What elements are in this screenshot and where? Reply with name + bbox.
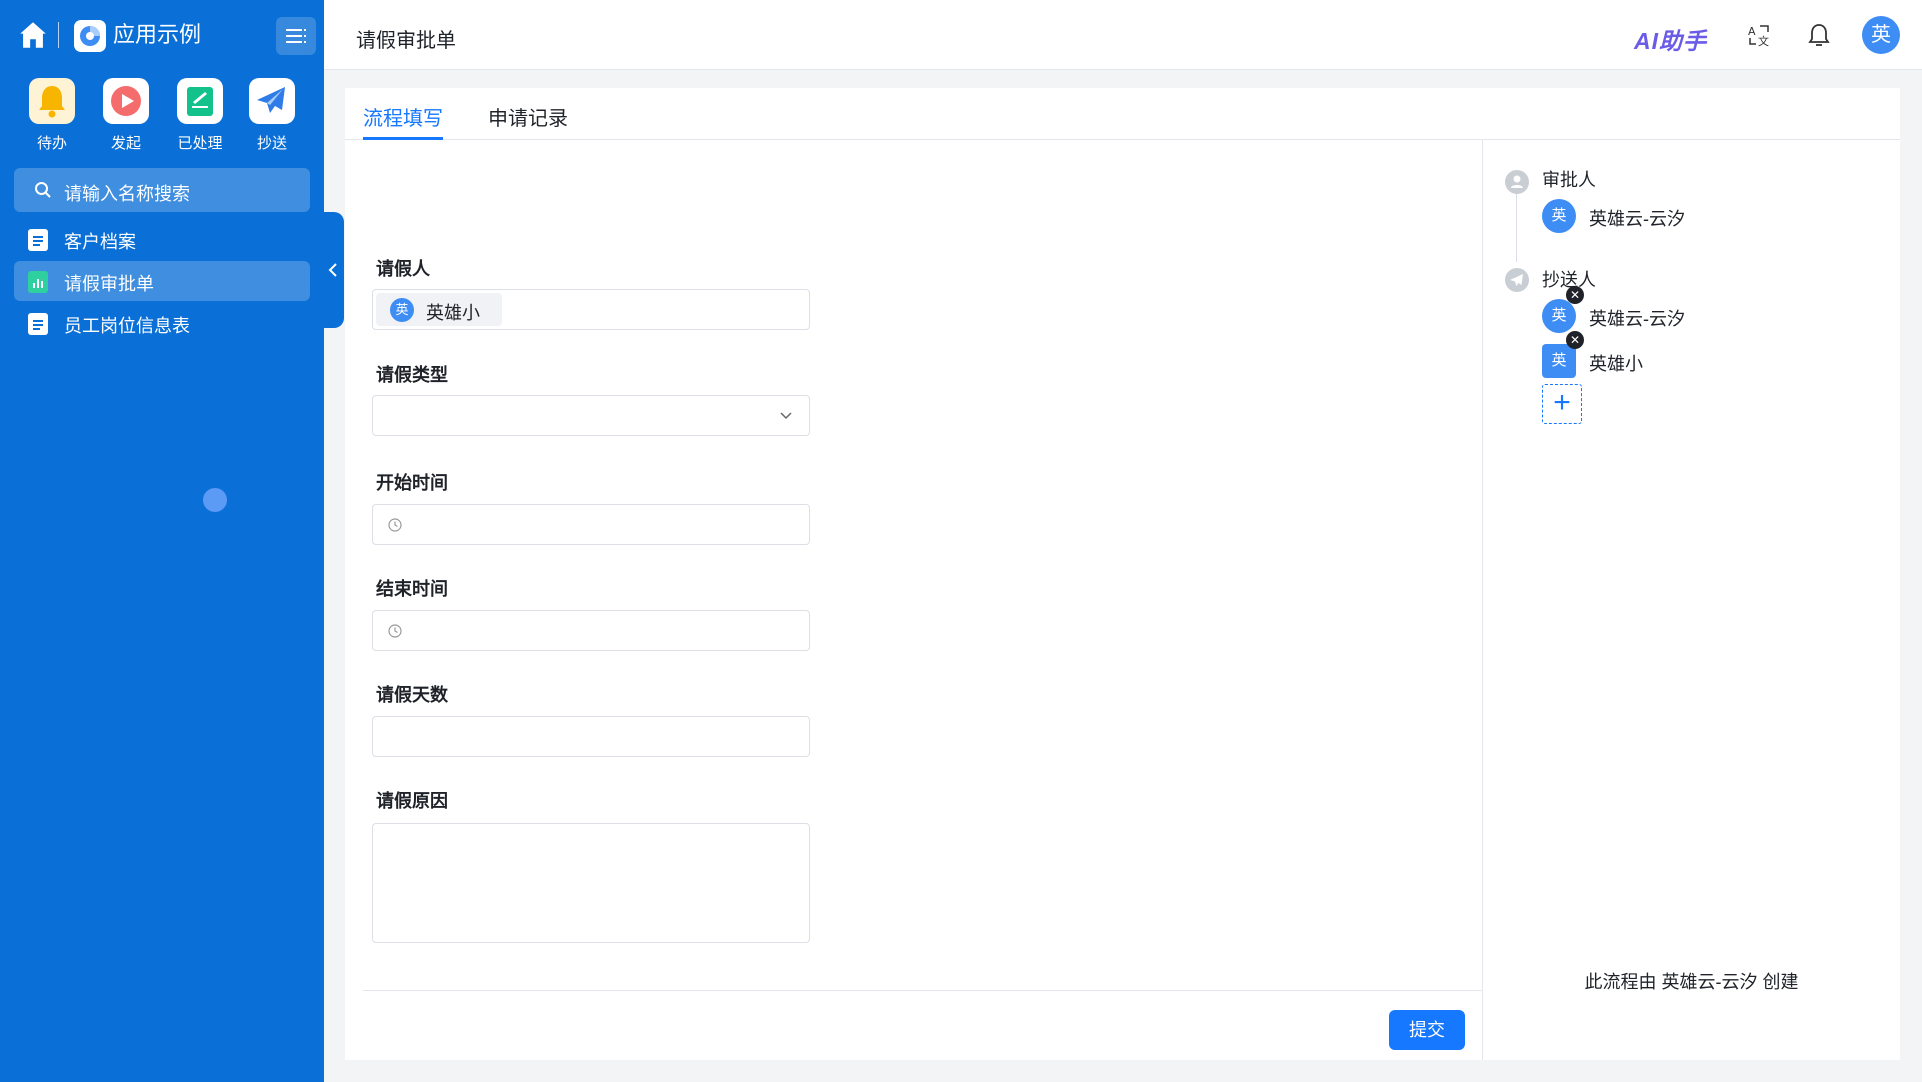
chevron-down-icon: [780, 412, 792, 420]
sidebar-item-label: 请假审批单: [64, 274, 154, 294]
start-time-input[interactable]: [372, 504, 810, 545]
leave-days-label: 请假天数: [376, 685, 448, 705]
applicant-name: 英雄小: [426, 303, 480, 323]
clock-icon: [388, 518, 402, 532]
svg-text:A: A: [1748, 25, 1756, 38]
applicant-field[interactable]: 英 英雄小: [372, 289, 810, 330]
top-header: 请假审批单 AI助手 A文 英: [324, 0, 1922, 70]
quick-action-todo[interactable]: 待办: [16, 78, 88, 153]
header-divider: [58, 22, 59, 48]
leave-reason-textarea[interactable]: [372, 823, 810, 943]
leave-form: 请假人 英 英雄小 请假类型 开始时间 结束时间 请假天数 请假原因 提交: [345, 140, 1483, 1060]
applicant-label: 请假人: [376, 259, 430, 279]
cursor-indicator: [203, 488, 227, 512]
search-icon: [35, 182, 51, 198]
send-node-icon: [1505, 268, 1529, 292]
quick-action-label: 发起: [110, 135, 141, 152]
sidebar-item-employee-position[interactable]: 员工岗位信息表: [14, 303, 310, 343]
process-panel: 审批人 英 英雄云-云汐 抄送人 英 英雄云-云汐 ✕ 英 英雄小 ✕ + 此流…: [1483, 140, 1900, 1060]
form-icon: [28, 271, 48, 293]
notification-bell-icon[interactable]: [1804, 20, 1834, 50]
sidebar-item-label: 客户档案: [64, 232, 136, 252]
document-icon: [28, 229, 48, 251]
submit-button[interactable]: 提交: [1389, 1010, 1465, 1050]
add-cc-button[interactable]: +: [1542, 384, 1582, 424]
quick-action-label: 已处理: [177, 135, 223, 152]
clock-icon: [388, 624, 402, 638]
leave-type-label: 请假类型: [376, 365, 448, 385]
sidebar-search[interactable]: 请输入名称搜索: [14, 168, 310, 212]
remove-cc-button[interactable]: ✕: [1566, 286, 1584, 304]
quick-action-processed[interactable]: 已处理: [164, 78, 236, 153]
quick-action-cc[interactable]: 抄送: [236, 78, 308, 153]
main-panel: 流程填写 申请记录 请假人 英 英雄小 请假类型 开始时间 结束时间 请假天数 …: [345, 88, 1900, 1060]
leave-reason-label: 请假原因: [376, 791, 448, 811]
app-name: 应用示例: [113, 22, 202, 47]
quick-action-label: 抄送: [256, 135, 287, 152]
leave-type-select[interactable]: [372, 395, 810, 436]
menu-icon: [286, 29, 306, 43]
sidebar-collapse-button[interactable]: [322, 212, 344, 328]
cc-name: 英雄云-云汐: [1589, 309, 1685, 329]
bell-icon: [29, 78, 75, 124]
chevron-left-icon: [328, 263, 337, 277]
leave-days-input[interactable]: [372, 716, 810, 757]
cc-avatar: 英: [1542, 344, 1576, 378]
processed-icon: [177, 78, 223, 124]
send-icon: [249, 78, 295, 124]
quick-action-label: 待办: [36, 135, 67, 152]
home-icon[interactable]: [16, 18, 50, 52]
approver-avatar: 英: [1542, 199, 1576, 233]
end-time-input[interactable]: [372, 610, 810, 651]
applicant-chip[interactable]: 英 英雄小: [376, 293, 502, 326]
sidebar: 应用示例 待办 发起 已处理 抄送 请输入名称搜索 客户档案 请假审批单 员工岗…: [0, 0, 324, 1082]
sidebar-item-leave-approval[interactable]: 请假审批单: [14, 261, 310, 301]
user-avatar[interactable]: 英: [1862, 16, 1900, 54]
sidebar-header: 应用示例: [0, 14, 324, 56]
svg-text:文: 文: [1758, 34, 1769, 48]
approver-name: 英雄云-云汐: [1589, 209, 1685, 229]
end-time-label: 结束时间: [376, 579, 448, 599]
page-scrollbar[interactable]: [1902, 70, 1922, 1082]
page-title: 请假审批单: [356, 30, 456, 52]
process-timeline: [1516, 184, 1517, 262]
tab-bar: 流程填写 申请记录: [345, 88, 1900, 140]
remove-cc-button[interactable]: ✕: [1566, 331, 1584, 349]
cc-name: 英雄小: [1589, 354, 1643, 374]
sidebar-item-customer-archive[interactable]: 客户档案: [14, 219, 310, 259]
app-logo-icon: [74, 20, 106, 52]
start-time-label: 开始时间: [376, 473, 448, 493]
translate-icon[interactable]: A文: [1744, 20, 1774, 50]
process-creator-note: 此流程由 英雄云-云汐 创建: [1584, 972, 1799, 992]
menu-toggle-button[interactable]: [276, 17, 316, 55]
footer-divider: [363, 990, 1483, 991]
cc-avatar: 英: [1542, 299, 1576, 333]
quick-action-start[interactable]: 发起: [90, 78, 162, 153]
ai-assistant-button[interactable]: AI助手: [1634, 22, 1707, 56]
tab-application-records[interactable]: 申请记录: [488, 102, 568, 140]
play-icon: [103, 78, 149, 124]
search-placeholder: 请输入名称搜索: [64, 184, 190, 204]
user-node-icon: [1505, 170, 1529, 194]
sidebar-item-label: 员工岗位信息表: [64, 316, 190, 336]
approver-title: 审批人: [1542, 170, 1596, 190]
tab-fill-process[interactable]: 流程填写: [363, 102, 443, 140]
applicant-avatar: 英: [390, 298, 414, 322]
document-icon: [28, 313, 48, 335]
